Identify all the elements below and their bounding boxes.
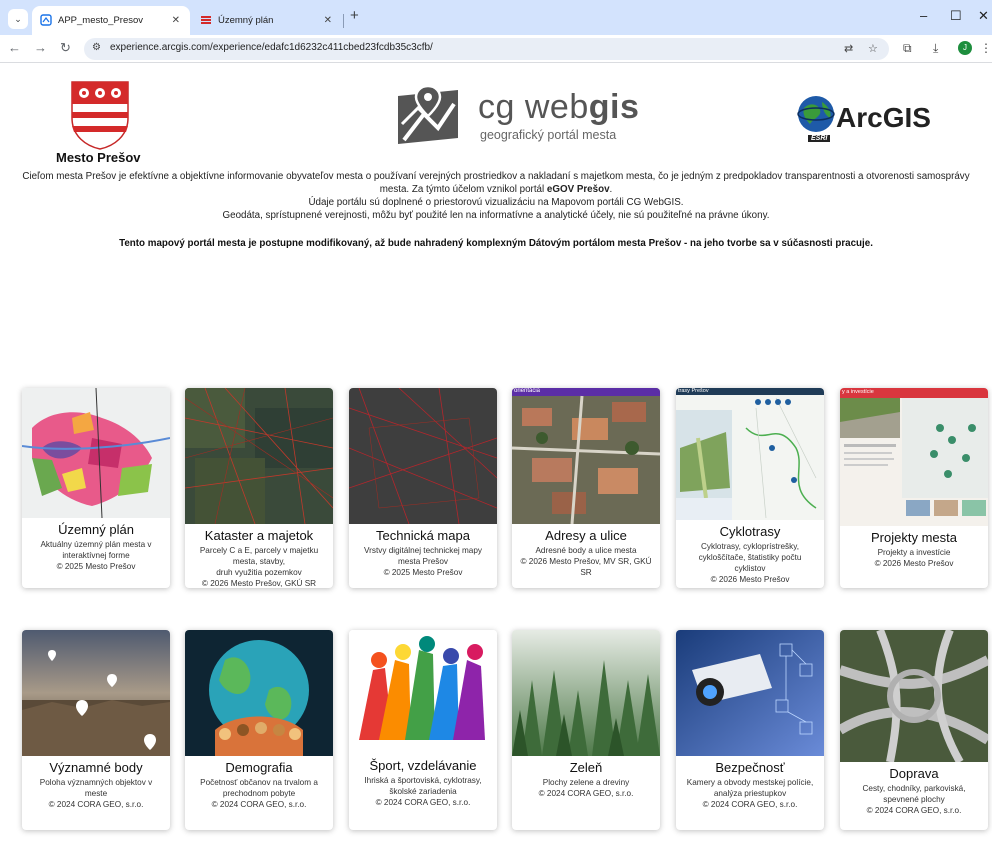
minimize-icon[interactable]: – — [920, 8, 927, 23]
tab-search-button[interactable]: ⌄ — [8, 9, 28, 29]
adresy-thumbnail-bar-text: orientácia — [514, 388, 541, 394]
uzemny-plan-thumbnail — [22, 388, 170, 518]
tab-uzemny-plan[interactable]: Územný plán ✕ — [192, 6, 342, 35]
card-description: Plochy zelene a dreviny © 2024 CORA GEO, … — [538, 778, 634, 798]
cg-webgis-logo-icon[interactable] — [398, 84, 458, 144]
card-title: Bezpečnosť — [715, 760, 785, 775]
card-bezpecnost[interactable]: Bezpečnosť Kamery a obvody mestskej polí… — [676, 630, 824, 830]
projekty-thumbnail: y a investície — [840, 388, 988, 526]
card-sport-vzdelavanie[interactable]: Šport, vzdelávanie Ihriská a športoviská… — [349, 630, 497, 830]
close-tab-icon[interactable]: ✕ — [172, 6, 180, 35]
site-info-icon[interactable]: ⚙ — [92, 42, 101, 53]
esri-globe-icon[interactable] — [796, 94, 836, 134]
menu-kebab-icon[interactable]: ⋮ — [980, 41, 992, 55]
tab-divider — [343, 14, 344, 28]
card-title: Významné body — [49, 760, 143, 775]
card-demografia[interactable]: Demografia Početnosť občanov na trvalom … — [185, 630, 333, 830]
vyznamne-body-thumbnail — [22, 630, 170, 756]
intro-text-1: Cieľom mesta Prešov je efektívne a objek… — [22, 171, 970, 195]
card-uzemny-plan[interactable]: Územný plán Aktuálny územný plán mesta v… — [22, 388, 170, 588]
card-description: Cesty, chodníky, parkoviská, spevnené pl… — [862, 784, 966, 815]
city-name: Mesto Prešov — [56, 150, 141, 165]
url-text: experience.arcgis.com/experience/edafc1d… — [110, 42, 433, 53]
card-description: Aktuálny územný plán mesta v interaktívn… — [40, 540, 152, 571]
card-title: Cyklotrasy — [719, 524, 781, 539]
technicka-mapa-thumbnail — [349, 388, 497, 524]
bezpecnost-thumbnail — [676, 630, 824, 756]
presov-favicon-icon — [201, 16, 211, 24]
download-icon[interactable]: ⤓ — [933, 41, 938, 56]
card-vyznamne-body[interactable]: Významné body Poloha významných objektov… — [22, 630, 170, 830]
card-title: Územný plán — [58, 522, 134, 537]
card-cyklotrasy[interactable]: trasy Prešov Cyklotrasy Cyklotrasy, cykl… — [676, 388, 824, 588]
tab-label: Územný plán — [218, 15, 274, 26]
intro-line-1: Cieľom mesta Prešov je efektívne a objek… — [22, 171, 970, 195]
card-kataster-a-majetok[interactable]: Kataster a majetok Parcely C a E, parcel… — [185, 388, 333, 588]
card-zelen[interactable]: Zeleň Plochy zelene a dreviny © 2024 CORA… — [512, 630, 660, 830]
maximize-icon[interactable]: ☐ — [950, 8, 962, 24]
cg-title-bold: gis — [588, 88, 640, 126]
card-title: Projekty mesta — [871, 530, 957, 545]
card-title: Doprava — [889, 766, 939, 781]
card-description: Poloha významných objektov v meste © 2024… — [39, 778, 153, 809]
intro-line-3: Geodáta, sprístupnené verejnosti, môžu b… — [222, 210, 770, 221]
card-description: Parcely C a E, parcely v majetku mesta, … — [199, 546, 319, 588]
sport-thumbnail — [349, 630, 497, 754]
reload-icon[interactable]: ↻ — [60, 40, 71, 56]
card-description: Početnosť občanov na trvalom a prechodno… — [200, 778, 318, 809]
page-content: Mesto Prešov cg webgis geografický portá… — [0, 64, 992, 864]
address-bar[interactable]: ⚙ experience.arcgis.com/experience/edafc… — [84, 38, 889, 60]
card-title: Technická mapa — [376, 528, 470, 543]
browser-toolbar: ← → ↻ ⚙ experience.arcgis.com/experience… — [0, 35, 992, 63]
tab-strip: ⌄ APP_mesto_Presov ✕ Územný plán ✕ + – ☐… — [0, 0, 992, 35]
card-description: Vrstvy digitálnej technickej mapy mesta … — [363, 546, 482, 577]
forward-icon[interactable]: → — [34, 40, 47, 55]
profile-avatar[interactable]: J — [958, 41, 972, 55]
zelen-thumbnail — [512, 630, 660, 756]
new-tab-icon[interactable]: + — [350, 7, 359, 24]
tab-app-mesto-presov[interactable]: APP_mesto_Presov ✕ — [32, 6, 190, 35]
card-description: Cyklotrasy, cykloprístrešky, cykloščítač… — [698, 542, 802, 584]
bookmark-star-icon[interactable]: ☆ — [868, 42, 878, 55]
arcgis-logo-text: ArcGIS — [836, 102, 931, 133]
cyklotrasy-thumbnail: trasy Prešov — [676, 388, 824, 520]
arcgis-favicon-icon — [40, 14, 52, 26]
intro-line-2: Údaje portálu sú doplnené o priestorovú … — [308, 197, 684, 208]
kataster-thumbnail — [185, 388, 333, 524]
card-description: Projekty a investície © 2026 Mesto Prešov — [874, 548, 954, 568]
card-description: Adresné body a ulice mesta © 2026 Mesto P… — [520, 546, 652, 577]
close-window-icon[interactable]: ✕ — [978, 8, 989, 24]
card-doprava[interactable]: Doprava Cesty, chodníky, parkoviská, spe… — [840, 630, 988, 830]
card-title: Demografia — [225, 760, 293, 775]
back-icon[interactable]: ← — [8, 40, 21, 55]
card-description: Kamery a obvody mestskej polície, analýz… — [686, 778, 814, 809]
portal-notice: Tento mapový portál mesta je postupne mo… — [119, 238, 873, 249]
card-projekty-mesta[interactable]: y a investície Projekty mesta Projekty a… — [840, 388, 988, 588]
esri-label: ESRI — [808, 135, 831, 142]
translate-icon[interactable]: ⇄ — [844, 42, 853, 55]
card-title: Adresy a ulice — [545, 528, 627, 543]
cg-title-light: cg web — [478, 88, 589, 126]
projekty-thumbnail-bar-text: y a investície — [842, 389, 874, 395]
intro-text: Cieľom mesta Prešov je efektívne a objek… — [20, 170, 972, 222]
demografia-thumbnail — [185, 630, 333, 756]
card-description: Ihriská a športoviská, cyklotrasy, škols… — [364, 776, 482, 807]
card-title: Šport, vzdelávanie — [369, 758, 477, 773]
card-adresy-a-ulice[interactable]: orientácia Adresy a ulice Adresné body a… — [512, 388, 660, 588]
presov-coat-of-arms-logo[interactable] — [70, 80, 130, 150]
cg-webgis-title: cg webgis — [478, 90, 639, 124]
cg-webgis-subtitle: geografický portál mesta — [480, 128, 617, 142]
card-title: Kataster a majetok — [204, 528, 314, 543]
tab-label: APP_mesto_Presov — [58, 15, 144, 26]
extensions-icon[interactable]: ⧉ — [903, 41, 912, 56]
close-tab-icon[interactable]: ✕ — [324, 6, 332, 35]
doprava-thumbnail — [840, 630, 988, 762]
cyklo-thumbnail-bar-text: trasy Prešov — [678, 388, 709, 394]
card-technicka-mapa[interactable]: Technická mapa Vrstvy digitálnej technic… — [349, 388, 497, 588]
egov-presov-link[interactable]: eGOV Prešov — [547, 184, 610, 195]
card-title: Zeleň — [569, 760, 603, 775]
adresy-thumbnail: orientácia — [512, 388, 660, 524]
